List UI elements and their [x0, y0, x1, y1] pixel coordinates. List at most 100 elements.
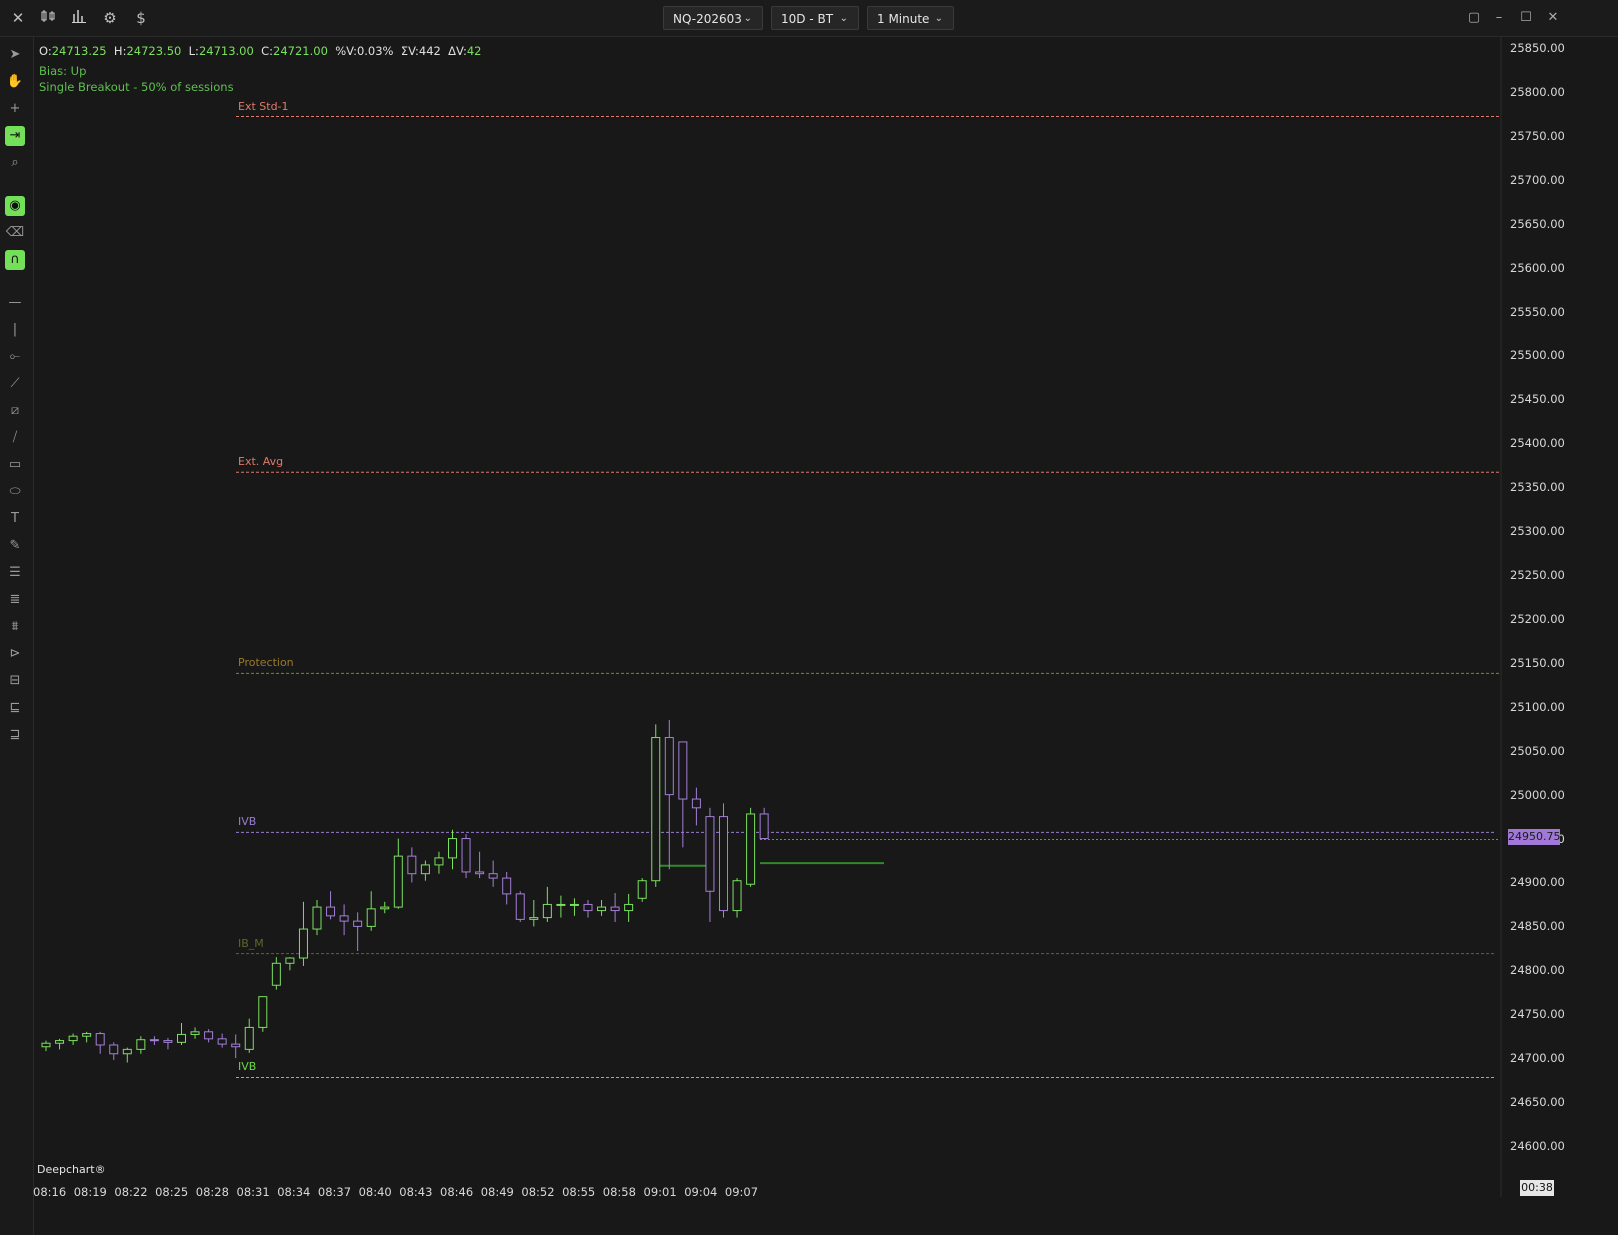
breakout-text: Single Breakout - 50% of sessions — [39, 80, 234, 94]
level-label-2: Protection — [238, 656, 294, 670]
candle-body — [82, 1033, 92, 1037]
candle-body — [136, 1039, 146, 1050]
ruler-icon[interactable]: ⧸ — [5, 428, 25, 448]
ray-icon[interactable]: ⟜ — [5, 347, 25, 367]
visibility-eye-icon[interactable]: ◉ — [5, 196, 25, 216]
candle — [434, 851, 444, 874]
range-dropdown[interactable]: 10D - BT ⌄ — [771, 6, 859, 30]
candle — [136, 1036, 146, 1054]
candle — [312, 900, 322, 936]
hand-pan-icon[interactable]: ✋ — [5, 72, 25, 92]
candle — [258, 996, 268, 1032]
pointer-icon[interactable]: ➤ — [5, 45, 25, 65]
candle — [475, 851, 485, 879]
short-position-icon[interactable]: ⊒ — [5, 725, 25, 745]
time-axis-label: 08:55 — [562, 1185, 596, 1199]
candle — [353, 912, 363, 951]
magnet-snap-icon[interactable]: ⇥ — [5, 126, 25, 146]
candle — [637, 878, 647, 902]
level-label-5: IVB — [238, 1060, 257, 1074]
candle-body — [420, 864, 430, 875]
long-position-icon[interactable]: ⊑ — [5, 698, 25, 718]
candle — [366, 891, 376, 931]
minimize-icon[interactable]: – — [1489, 8, 1509, 28]
vertical-line-icon[interactable]: | — [5, 320, 25, 340]
candle-body — [502, 877, 512, 895]
rectangle-icon[interactable]: ▭ — [5, 455, 25, 475]
candle-body — [583, 903, 593, 912]
candle — [651, 724, 661, 887]
close-icon[interactable]: ✕ — [8, 8, 28, 28]
candle-body — [691, 798, 701, 809]
window-close-icon[interactable]: ✕ — [1543, 8, 1563, 28]
text-icon[interactable]: T — [5, 509, 25, 529]
candle — [759, 807, 769, 840]
price-axis-label: 25700.00 — [1510, 172, 1565, 187]
price-axis-label: 25850.00 — [1510, 41, 1565, 55]
magnet-icon[interactable]: ∩ — [5, 250, 25, 270]
candle — [68, 1033, 78, 1045]
candle-body — [624, 903, 634, 912]
range-profile-icon[interactable]: ⊟ — [5, 671, 25, 691]
candle-body — [597, 906, 607, 912]
ellipse-icon[interactable]: ⬭ — [5, 482, 25, 502]
time-axis-label: 08:58 — [602, 1185, 636, 1199]
candle-body — [678, 741, 688, 800]
candle-body — [651, 737, 661, 882]
maximize-icon[interactable]: ☐ — [1516, 8, 1536, 28]
eraser-icon[interactable]: ⌫ — [5, 223, 25, 243]
sum-volume-value: 442 — [418, 44, 441, 58]
candle-body — [109, 1044, 119, 1055]
candle — [448, 829, 457, 870]
instrument-dropdown[interactable]: NQ-202603 ⌄ — [663, 6, 763, 30]
price-chart[interactable] — [34, 37, 1550, 1197]
time-axis-label: 08:49 — [480, 1185, 514, 1199]
anchored-profile-icon[interactable]: ⊳ — [5, 644, 25, 664]
high-value: 24723.50 — [126, 44, 182, 58]
candle-body — [326, 906, 336, 917]
time-axis-label: 09:01 — [643, 1185, 677, 1199]
timeframe-dropdown[interactable]: 1 Minute ⌄ — [867, 6, 954, 30]
volume-bars-icon[interactable] — [69, 8, 89, 28]
crosshair-icon[interactable]: + — [5, 99, 25, 119]
volume-profile-icon[interactable]: ⩩ — [5, 617, 25, 637]
candle — [285, 957, 295, 971]
candle — [204, 1029, 214, 1043]
trend-line-icon[interactable]: ⟋ — [5, 374, 25, 394]
candle-body — [732, 880, 742, 912]
candle-body — [448, 838, 457, 859]
horizontal-line-icon[interactable]: — — [5, 293, 25, 313]
price-axis-label: 24900.00 — [1510, 875, 1565, 890]
time-axis-label: 08:31 — [236, 1185, 270, 1199]
pct-volume-value: 0.03% — [356, 44, 394, 58]
candle-body — [461, 838, 471, 873]
candle — [41, 1040, 51, 1052]
layout-icon[interactable]: ▢ — [1464, 8, 1484, 28]
time-axis-label: 08:34 — [277, 1185, 311, 1199]
candle — [515, 891, 525, 923]
candle — [177, 1023, 186, 1045]
range-label: 10D - BT — [781, 12, 834, 26]
fib-levels-icon[interactable]: ☰ — [5, 563, 25, 583]
zoom-icon[interactable]: ⌕ — [5, 153, 25, 173]
candle-body — [637, 880, 647, 899]
candle — [597, 900, 607, 916]
pencil-icon[interactable]: ✎ — [5, 536, 25, 556]
candlestick-chart-icon[interactable] — [38, 8, 58, 28]
price-axis-label: 25400.00 — [1510, 436, 1565, 451]
candle — [529, 900, 539, 927]
fib-extension-icon[interactable]: ≣ — [5, 590, 25, 610]
candle-body — [719, 816, 728, 912]
candle-body — [177, 1033, 186, 1043]
drawing-toolbar: ➤ ✋ + ⇥ ⌕ ◉ ⌫ ∩ — | ⟜ ⟋ ⧄ ⧸ ▭ ⬭ T ✎ ☰ ≣ … — [0, 37, 34, 1235]
chevron-down-icon: ⌄ — [839, 13, 848, 24]
candle-body — [366, 908, 376, 927]
candle — [163, 1037, 173, 1050]
time-axis-label: 08:43 — [399, 1185, 433, 1199]
settings-gear-icon[interactable]: ⚙ — [100, 8, 120, 28]
open-value: 24713.25 — [51, 44, 107, 58]
channel-icon[interactable]: ⧄ — [5, 401, 25, 421]
dollar-icon[interactable]: $ — [131, 8, 151, 28]
price-axis-label: 25150.00 — [1510, 655, 1565, 670]
candle — [393, 838, 403, 909]
